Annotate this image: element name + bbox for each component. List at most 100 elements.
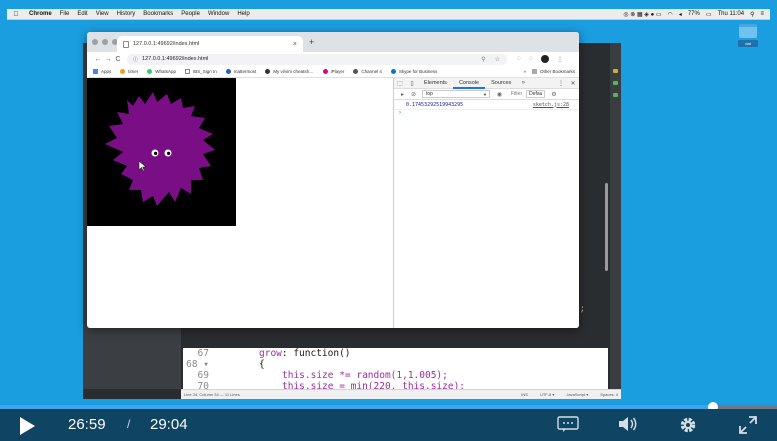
insert-mode[interactable]: INS — [521, 392, 528, 397]
encoding-select[interactable]: UTF-8 ▾ — [540, 392, 554, 397]
play-icon[interactable] — [18, 417, 36, 435]
bookmark-label: Apps — [101, 69, 112, 74]
wifi-icon[interactable]: ◠ — [668, 11, 673, 18]
captions-icon[interactable] — [557, 415, 579, 435]
desktop-folder-label: dat — [738, 40, 758, 47]
menu-chrome[interactable]: Chrome — [29, 11, 52, 17]
log-level-select[interactable]: Defau — [526, 90, 546, 98]
console-source-link[interactable]: sketch.js:28 — [533, 102, 569, 108]
notification-center-icon[interactable]: ≡ — [760, 11, 764, 17]
bookmark-skype[interactable]: Skype for Business — [390, 69, 437, 74]
bookmark-label: Other Bookmarks — [539, 69, 575, 74]
editor-scrollbar[interactable] — [605, 183, 608, 271]
menu-file[interactable]: File — [60, 11, 70, 17]
profile-avatar-icon[interactable] — [540, 55, 549, 63]
bookmark-apps[interactable]: Apps — [93, 69, 111, 74]
menu-help[interactable]: Help — [237, 11, 249, 17]
code-view[interactable]: 67 grow: function() 68 ▾ { 69 this.size *= … — [183, 348, 608, 390]
cursor-position: Line 34, Column 34 — 11 Lines — [184, 392, 240, 397]
extensions: ◌ ◌ ⋮ — [517, 55, 563, 63]
page-icon — [123, 40, 129, 48]
close-devtools-icon[interactable]: ✕ — [567, 80, 579, 87]
bookmark-ibs[interactable]: IBS_Sign In — [185, 69, 217, 74]
back-icon[interactable]: ← — [93, 56, 103, 63]
close-window-button[interactable] — [92, 39, 98, 45]
status-icons[interactable]: ◎ ⊗ ▦ ◈ ● ▭ — [623, 11, 661, 18]
reload-icon[interactable]: C — [113, 56, 123, 63]
indent-select[interactable]: Spaces: 4 — [600, 392, 618, 397]
browser-tab[interactable]: 127.0.0.1:49692/index.html × — [117, 36, 303, 52]
apple-icon[interactable]:  — [11, 11, 21, 18]
clock[interactable]: Thu 11:04 — [718, 11, 745, 17]
code-line: 69 this.size *= random(1,1.005); — [183, 370, 608, 381]
bookmark-label: Channel 4 — [361, 69, 382, 74]
extension-icon[interactable]: ◌ — [517, 55, 521, 63]
fullscreen-icon[interactable] — [738, 415, 758, 435]
bookmark-favicon-icon — [147, 69, 153, 74]
context-select[interactable]: top ▼ — [422, 90, 490, 98]
bookmark-channel4[interactable]: Channel 4 — [353, 69, 382, 74]
device-toolbar-icon[interactable]: ▯ — [406, 80, 418, 87]
bookmark-label: iPlayer — [330, 69, 345, 74]
folder-icon — [739, 24, 757, 38]
clear-console-icon[interactable]: ⊘ — [408, 91, 419, 98]
menu-kebab-icon[interactable]: ⋮ — [557, 55, 564, 63]
close-tab-icon[interactable]: × — [293, 41, 297, 48]
menu-bookmarks[interactable]: Bookmarks — [143, 11, 173, 17]
minimize-window-button[interactable] — [102, 39, 108, 45]
volume-icon[interactable] — [617, 415, 639, 435]
code-keyword: grow — [259, 348, 282, 359]
battery-percent[interactable]: 77% — [688, 11, 700, 17]
desktop-folder[interactable]: dat — [738, 22, 758, 48]
bookmark-timer[interactable]: timer — [120, 69, 138, 74]
new-tab-icon[interactable]: + — [309, 37, 314, 47]
devtools-menu-icon[interactable]: ⋮ — [555, 80, 567, 87]
inspect-element-icon[interactable]: ⬚ — [394, 80, 406, 87]
volume-status-icon[interactable]: ◂ — [679, 11, 682, 18]
bookmark-whatsapp[interactable]: WhatsApp — [147, 69, 176, 74]
p5-canvas[interactable] — [87, 78, 236, 226]
zoom-icon[interactable]: ⚲ — [481, 56, 485, 63]
address-bar[interactable]: ⓘ 127.0.0.1:49692/index.html ⚲ ☆ — [127, 53, 507, 65]
code-line: 68 ▾ { — [183, 359, 608, 370]
video-controls: 26:59 / 29:04 — [0, 409, 777, 441]
console-prompt[interactable]: › — [394, 110, 579, 119]
battery-icon[interactable]: ▭ — [706, 11, 712, 18]
language-select[interactable]: JavaScript ▾ — [566, 392, 588, 397]
console-filter-input[interactable]: Filter — [511, 91, 522, 97]
menubar-status: ◎ ⊗ ▦ ◈ ● ▭ ◠ ◂ 77% ▭ Thu 11:04 ⚲ ≡ — [623, 11, 770, 18]
spotlight-icon[interactable]: ⚲ — [750, 11, 754, 18]
url-text[interactable]: 127.0.0.1:49692/index.html — [142, 56, 208, 62]
gear-icon[interactable]: ⚙ — [548, 91, 559, 98]
tab-sources[interactable]: Sources — [485, 78, 517, 89]
menu-view[interactable]: View — [96, 11, 109, 17]
bookmark-label: WhatsApp — [155, 69, 177, 74]
menu-window[interactable]: Window — [208, 11, 229, 17]
menu-people[interactable]: People — [181, 11, 200, 17]
extension-icon[interactable]: ◌ — [529, 55, 533, 63]
show-sidebar-icon[interactable]: ▸ — [397, 91, 408, 98]
eye-icon[interactable]: ◉ — [494, 91, 505, 98]
tab-strip: 127.0.0.1:49692/index.html × + — [87, 32, 579, 52]
bookmark-vim[interactable]: My vi/vim cheatsh… — [265, 69, 314, 74]
menu-history[interactable]: History — [117, 11, 136, 17]
devtools-tabbar: ⬚ ▯ Elements Console Sources » ⋮ ✕ — [394, 78, 579, 89]
editor-marker-icon — [613, 93, 618, 97]
forward-icon[interactable]: → — [103, 56, 113, 63]
bookmark-mattermost[interactable]: mattermost — [225, 69, 256, 74]
code-line: 67 grow: function() — [183, 348, 608, 359]
menu-edit[interactable]: Edit — [77, 11, 87, 17]
settings-icon[interactable] — [678, 415, 698, 435]
tab-elements[interactable]: Elements — [418, 78, 453, 89]
chrome-window: 127.0.0.1:49692/index.html × + ← → C ⓘ 1… — [87, 32, 579, 328]
other-bookmarks[interactable]: Other Bookmarks — [531, 69, 575, 74]
bookmark-star-icon[interactable]: ☆ — [495, 56, 500, 63]
tab-console[interactable]: Console — [452, 78, 486, 89]
bookmark-favicon-icon — [353, 69, 359, 74]
more-tabs-icon[interactable]: » — [517, 80, 529, 86]
console-message: 0.17453292519943295 sketch.js:28 — [394, 100, 579, 110]
bookmarks-overflow-icon[interactable]: » — [523, 69, 526, 74]
info-icon[interactable]: ⓘ — [133, 56, 138, 63]
bookmark-iplayer[interactable]: iPlayer — [322, 69, 345, 74]
apps-grid-icon — [93, 69, 98, 74]
